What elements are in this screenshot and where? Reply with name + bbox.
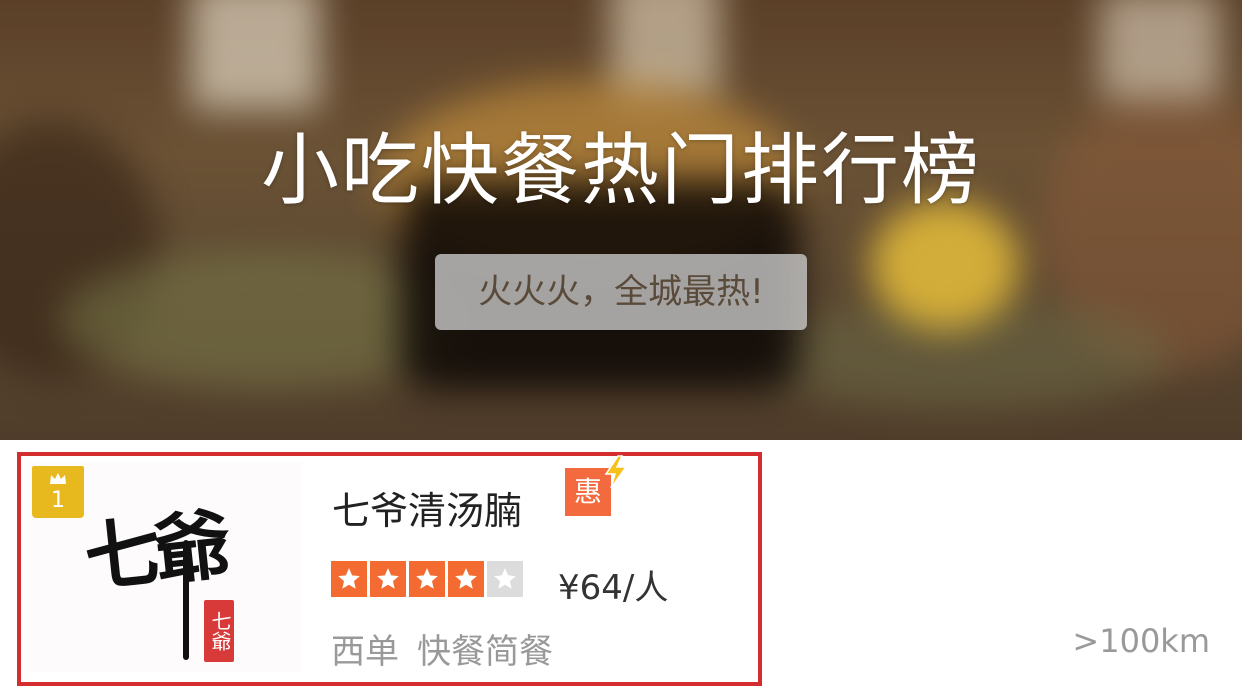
rank-badge: 1: [32, 466, 84, 518]
category-label: 快餐简餐: [417, 632, 553, 672]
star-icon: [370, 561, 406, 597]
rating-stars: [331, 561, 523, 597]
banner-bg-shape: [1100, 0, 1220, 100]
shop-name[interactable]: 七爷清汤腩: [332, 480, 522, 535]
area-label: 西单: [331, 632, 399, 672]
star-icon: [448, 561, 484, 597]
logo-seal: 七爺: [204, 600, 234, 662]
logo-brush-stroke: [183, 540, 189, 660]
banner-title: 小吃快餐热门排行榜: [260, 126, 981, 216]
rank-number: 1: [51, 488, 65, 513]
star-icon: [487, 561, 523, 597]
shop-location: 西单 快餐简餐: [331, 624, 553, 673]
star-icon: [331, 561, 367, 597]
banner-tagline: 火火火，全城最热!: [435, 254, 807, 330]
crown-icon: [50, 473, 66, 484]
shop-logo-calligraphy: 七爺: [80, 499, 229, 604]
average-price: ¥64/人: [558, 568, 669, 608]
distance-label: >100km: [1072, 622, 1210, 660]
bolt-icon: [604, 455, 628, 489]
banner-bg-shape: [190, 0, 320, 110]
star-icon: [409, 561, 445, 597]
ranking-banner: 小吃快餐热门排行榜 火火火，全城最热!: [0, 0, 1242, 440]
